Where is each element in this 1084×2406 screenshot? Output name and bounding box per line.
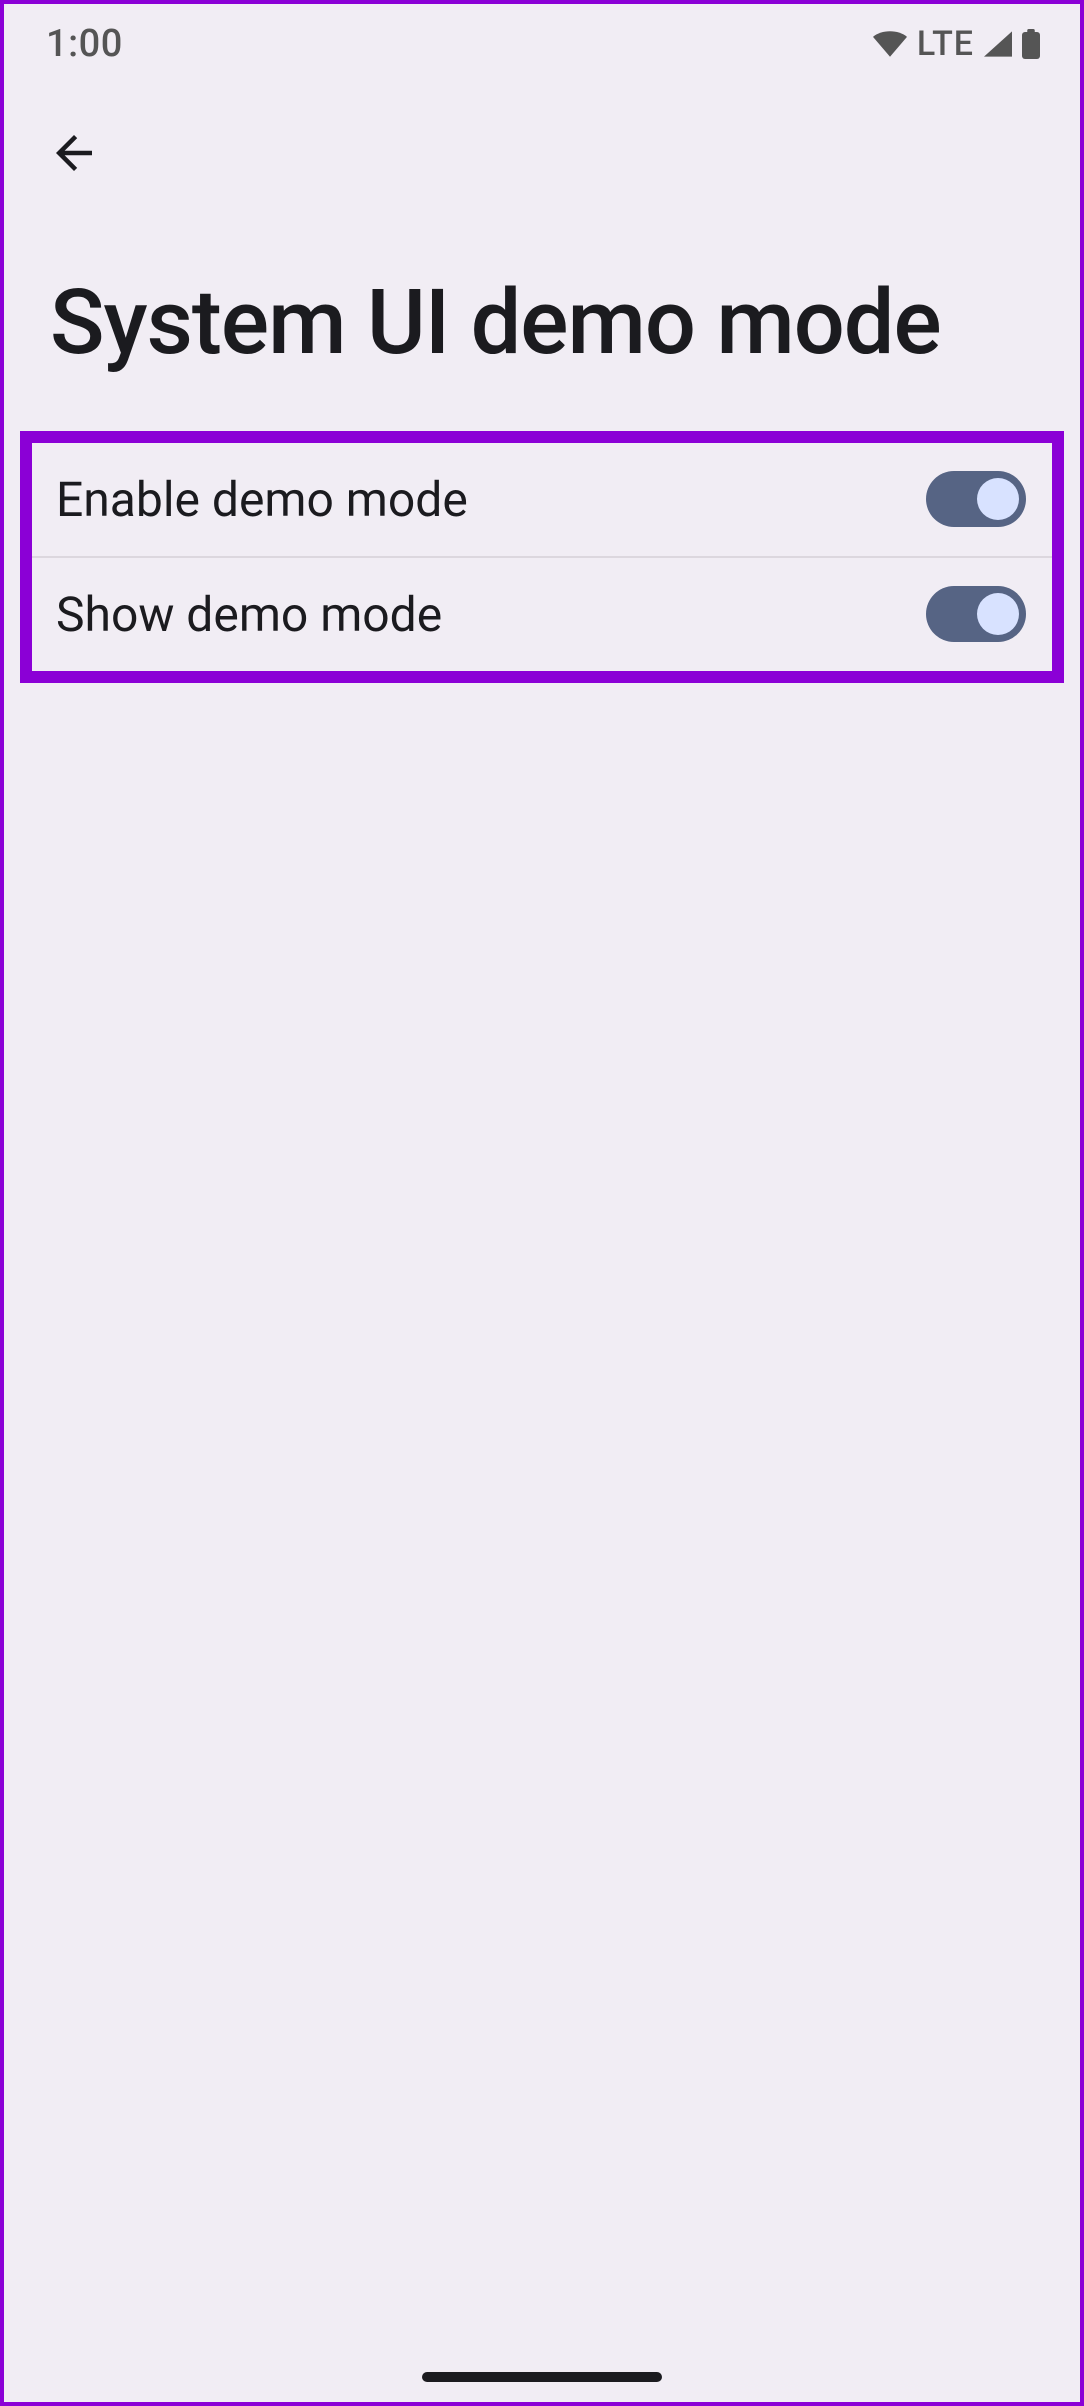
toggle-enable-demo-mode[interactable] — [926, 471, 1026, 527]
status-time: 1:00 — [46, 22, 123, 66]
setting-row-show-demo-mode[interactable]: Show demo mode — [32, 556, 1052, 671]
back-button[interactable] — [34, 114, 114, 194]
setting-label: Show demo mode — [56, 586, 442, 643]
page-title: System UI demo mode — [50, 276, 1034, 371]
gesture-nav-handle[interactable] — [422, 2372, 662, 2382]
cellular-signal-icon — [984, 31, 1012, 57]
app-bar — [4, 84, 1080, 224]
highlighted-settings-group: Enable demo mode Show demo mode — [20, 431, 1064, 683]
setting-label: Enable demo mode — [56, 471, 468, 528]
status-icons: LTE — [873, 24, 1040, 64]
switch-thumb — [977, 593, 1019, 635]
network-type-label: LTE — [917, 24, 974, 64]
wifi-icon — [873, 31, 907, 57]
title-block: System UI demo mode — [4, 224, 1080, 431]
toggle-show-demo-mode[interactable] — [926, 586, 1026, 642]
arrow-back-icon — [47, 126, 101, 183]
status-bar: 1:00 LTE — [4, 4, 1080, 84]
switch-thumb — [977, 478, 1019, 520]
setting-row-enable-demo-mode[interactable]: Enable demo mode — [32, 443, 1052, 556]
battery-icon — [1022, 29, 1040, 59]
